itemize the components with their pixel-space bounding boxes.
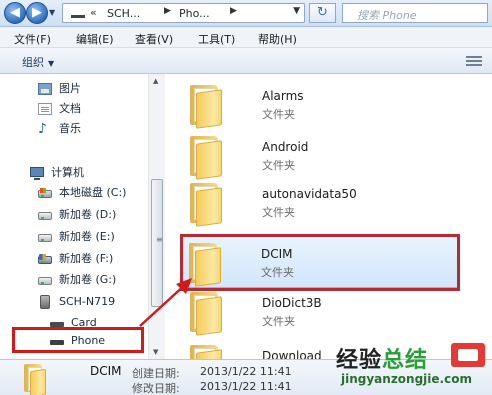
breadcrumb-separator-icon[interactable]: ▶ <box>230 6 237 16</box>
folder-name: Android <box>262 140 309 154</box>
recent-pages-dropdown[interactable]: ▼ <box>49 8 55 17</box>
grip-icon: ≡ <box>156 235 163 244</box>
command-bar: 组织 ▼ <box>0 48 492 74</box>
modified-date-value: 2013/1/22 11:41 <box>200 380 292 393</box>
change-view-icon[interactable] <box>466 54 482 68</box>
breadcrumb[interactable]: « SCH... ▶ Pho... ▶ ▼ <box>62 3 305 23</box>
drive-icon <box>38 277 52 285</box>
scroll-up-icon[interactable]: ▲ <box>153 77 158 85</box>
address-dropdown-icon[interactable]: ▼ <box>293 6 300 16</box>
network-drive-icon <box>38 254 52 264</box>
scroll-down-icon[interactable]: ▼ <box>153 348 158 356</box>
menu-bar: 文件(F) 编辑(E) 查看(V) 工具(T) 帮助(H) <box>0 27 492 48</box>
folder-icon <box>190 85 236 129</box>
folder-icon <box>190 292 236 336</box>
nav-item-label: SCH-N719 <box>59 295 116 308</box>
folder-icon <box>190 183 236 227</box>
folder-icon <box>190 345 236 359</box>
folder-name: DioDict3B <box>262 296 322 310</box>
nav-item-label: 新加卷 (E:) <box>59 230 115 243</box>
nav-item-label: 新加卷 (D:) <box>59 208 117 221</box>
folder-name: Alarms <box>262 89 304 103</box>
folder-item[interactable]: Download <box>184 339 474 359</box>
address-bar: ◀ ▶ ▼ « SCH... ▶ Pho... ▶ ▼ ↻ 搜索 Phone <box>0 0 492 27</box>
nav-scrollbar[interactable]: ▲ ≡ ▼ <box>148 74 165 359</box>
search-placeholder: 搜索 Phone <box>357 9 417 22</box>
folder-item[interactable]: autonavidata50 文件夹 <box>184 177 474 227</box>
menu-help[interactable]: 帮助(H) <box>258 31 297 47</box>
refresh-button[interactable]: ↻ <box>309 3 336 23</box>
folder-type: 文件夹 <box>262 315 295 328</box>
folder-name: autonavidata50 <box>262 187 357 201</box>
folder-type: 文件夹 <box>262 159 295 172</box>
music-icon: ♪ <box>38 121 47 137</box>
menu-edit[interactable]: 编辑(E) <box>76 31 114 47</box>
documents-icon <box>38 103 52 115</box>
forward-button[interactable]: ▶ <box>26 2 48 24</box>
nav-item-label: 新加卷 (G:) <box>59 273 117 286</box>
nav-item-label: 新加卷 (F:) <box>59 252 114 265</box>
created-date-label: 创建日期: <box>132 367 180 380</box>
search-input[interactable]: 搜索 Phone <box>342 3 488 23</box>
nav-item-label: 本地磁盘 (C:) <box>59 186 127 199</box>
dcim-highlight-box <box>180 234 460 291</box>
folder-icon <box>24 364 52 395</box>
folder-item[interactable]: Android 文件夹 <box>184 130 474 180</box>
folder-type: 文件夹 <box>262 108 295 121</box>
back-button[interactable]: ◀ <box>4 2 26 24</box>
folder-item[interactable]: Alarms 文件夹 <box>184 79 474 129</box>
folder-item[interactable]: DioDict3B 文件夹 <box>184 286 474 336</box>
device-icon <box>71 15 85 18</box>
overflow-chevron-icon[interactable]: « <box>90 6 97 19</box>
breadcrumb-item-device[interactable]: SCH... <box>107 7 140 20</box>
watermark-logo-text: 经验总结 <box>336 342 428 374</box>
pictures-icon <box>38 83 52 95</box>
nav-item-label: 文档 <box>59 102 81 115</box>
watermark-url: jingyanzongjie.com <box>341 372 472 386</box>
folder-icon <box>190 136 236 180</box>
menu-tools[interactable]: 工具(T) <box>198 31 235 47</box>
watermark-text-green: 总结 <box>382 348 429 373</box>
breadcrumb-item-phone[interactable]: Pho... <box>179 7 210 20</box>
menu-file[interactable]: 文件(F) <box>14 31 51 47</box>
chevron-down-icon: ▼ <box>48 59 55 68</box>
computer-icon <box>30 167 44 180</box>
drive-icon <box>38 234 52 242</box>
modified-date-label: 修改日期: <box>132 382 180 395</box>
navigation-pane: 图片 文档 ♪ 音乐 计算机 本地磁盘 (C:) 新加卷 (D:) 新加卷 (E… <box>0 74 168 359</box>
selected-item-name: DCIM <box>90 364 122 378</box>
scrollbar-thumb[interactable]: ≡ <box>151 179 163 307</box>
created-date-value: 2013/1/22 11:41 <box>200 365 292 378</box>
menu-view[interactable]: 查看(V) <box>135 31 173 47</box>
breadcrumb-separator-icon[interactable]: ▶ <box>164 6 171 16</box>
organize-button[interactable]: 组织 ▼ <box>22 54 54 70</box>
drive-icon <box>38 212 52 220</box>
system-drive-icon <box>38 188 52 198</box>
nav-item-label: 图片 <box>59 82 81 95</box>
nav-item-label: 音乐 <box>59 122 81 135</box>
phone-icon <box>40 295 50 309</box>
organize-label: 组织 <box>22 56 44 69</box>
folder-name: Download <box>262 349 322 359</box>
watermark-logo-icon <box>451 343 485 367</box>
phone-highlight-box <box>12 327 144 353</box>
folder-type: 文件夹 <box>262 206 295 219</box>
watermark-text-dark: 经验 <box>336 348 383 373</box>
nav-item-label: 计算机 <box>51 166 84 179</box>
file-list: Alarms 文件夹 Android 文件夹 autonavidata50 文件… <box>168 74 492 359</box>
